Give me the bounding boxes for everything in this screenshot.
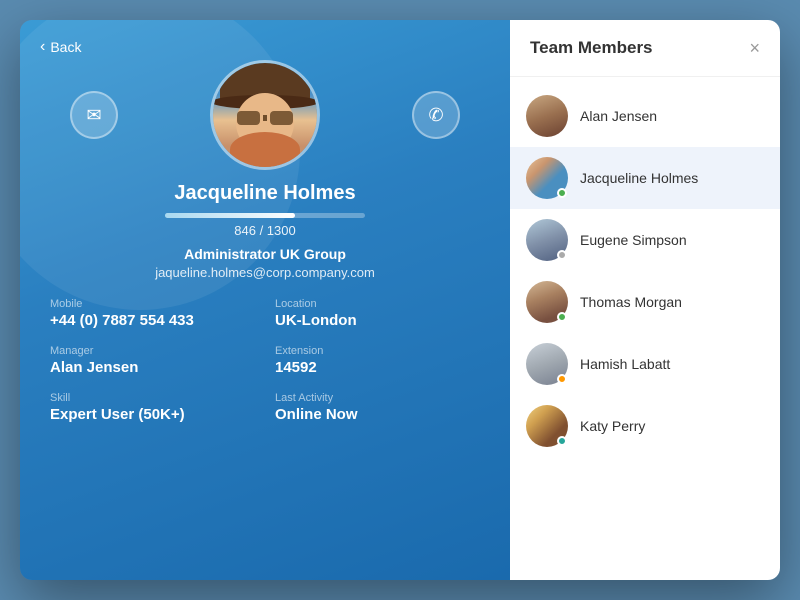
member-name-alan: Alan Jensen — [580, 108, 657, 124]
skill-label: Skill — [50, 392, 255, 404]
email-button[interactable]: ✉ — [70, 91, 118, 139]
body-shape — [230, 132, 300, 167]
profile-role: Administrator UK Group — [184, 246, 346, 262]
member-avatar-wrap-alan — [526, 95, 568, 137]
close-button[interactable]: × — [749, 39, 760, 57]
member-avatar-wrap-eugene — [526, 219, 568, 261]
mobile-field: Mobile +44 (0) 7887 554 433 — [50, 298, 255, 329]
skill-value: Expert User (50K+) — [50, 406, 255, 423]
action-buttons-row: ✉ ✆ — [50, 60, 480, 170]
extension-value: 14592 — [275, 359, 480, 376]
status-dot-hamish — [557, 374, 567, 384]
panel-title: Team Members — [530, 38, 653, 58]
right-panel: Team Members × Alan Jensen Jacqueline Hol… — [510, 20, 780, 580]
progress-text: 846 / 1300 — [234, 223, 295, 238]
sunglasses — [237, 111, 293, 125]
member-list: Alan Jensen Jacqueline Holmes Eugene Simps… — [510, 77, 780, 580]
member-name-hamish: Hamish Labatt — [580, 356, 670, 372]
status-dot-eugene — [557, 250, 567, 260]
left-panel: ‹ Back ✉ — [20, 20, 510, 580]
extension-field: Extension 14592 — [275, 345, 480, 376]
lens-right — [270, 111, 293, 125]
member-item-hamish[interactable]: Hamish Labatt — [510, 333, 780, 395]
back-label: Back — [50, 39, 81, 55]
activity-label: Last Activity — [275, 392, 480, 404]
avatar-image — [213, 63, 317, 167]
member-name-eugene: Eugene Simpson — [580, 232, 687, 248]
member-avatar-wrap-hamish — [526, 343, 568, 385]
profile-avatar — [210, 60, 320, 170]
phone-button[interactable]: ✆ — [412, 91, 460, 139]
member-item-eugene[interactable]: Eugene Simpson — [510, 209, 780, 271]
progress-bar-fill — [165, 213, 295, 218]
skill-field: Skill Expert User (50K+) — [50, 392, 255, 423]
progress-bar-container — [165, 213, 365, 218]
email-icon: ✉ — [86, 105, 101, 126]
mobile-label: Mobile — [50, 298, 255, 310]
back-button[interactable]: ‹ Back — [40, 38, 81, 56]
member-avatar-alan — [526, 95, 568, 137]
activity-value: Online Now — [275, 406, 480, 423]
mobile-value: +44 (0) 7887 554 433 — [50, 312, 255, 329]
panel-header: Team Members × — [510, 20, 780, 77]
profile-name: Jacqueline Holmes — [174, 182, 355, 205]
member-avatar-wrap-katy — [526, 405, 568, 447]
extension-label: Extension — [275, 345, 480, 357]
member-name-katy: Katy Perry — [580, 418, 645, 434]
lens-left — [237, 111, 260, 125]
location-field: Location UK-London — [275, 298, 480, 329]
phone-icon: ✆ — [428, 105, 443, 126]
status-dot-jacqueline — [557, 188, 567, 198]
member-name-jacqueline: Jacqueline Holmes — [580, 170, 698, 186]
status-dot-katy — [557, 436, 567, 446]
member-item-alan[interactable]: Alan Jensen — [510, 85, 780, 147]
location-label: Location — [275, 298, 480, 310]
status-dot-thomas — [557, 312, 567, 322]
info-grid: Mobile +44 (0) 7887 554 433 Location UK-… — [50, 298, 480, 423]
member-item-katy[interactable]: Katy Perry — [510, 395, 780, 457]
profile-email: jaqueline.holmes@corp.company.com — [155, 265, 375, 280]
sg-bridge — [263, 115, 267, 121]
manager-field: Manager Alan Jensen — [50, 345, 255, 376]
member-name-thomas: Thomas Morgan — [580, 294, 682, 310]
location-value: UK-London — [275, 312, 480, 329]
member-item-thomas[interactable]: Thomas Morgan — [510, 271, 780, 333]
manager-label: Manager — [50, 345, 255, 357]
activity-field: Last Activity Online Now — [275, 392, 480, 423]
manager-value: Alan Jensen — [50, 359, 255, 376]
modal-container: ‹ Back ✉ — [20, 20, 780, 580]
back-arrow-icon: ‹ — [40, 38, 45, 56]
member-avatar-wrap-jacqueline — [526, 157, 568, 199]
member-item-jacqueline[interactable]: Jacqueline Holmes — [510, 147, 780, 209]
member-avatar-wrap-thomas — [526, 281, 568, 323]
